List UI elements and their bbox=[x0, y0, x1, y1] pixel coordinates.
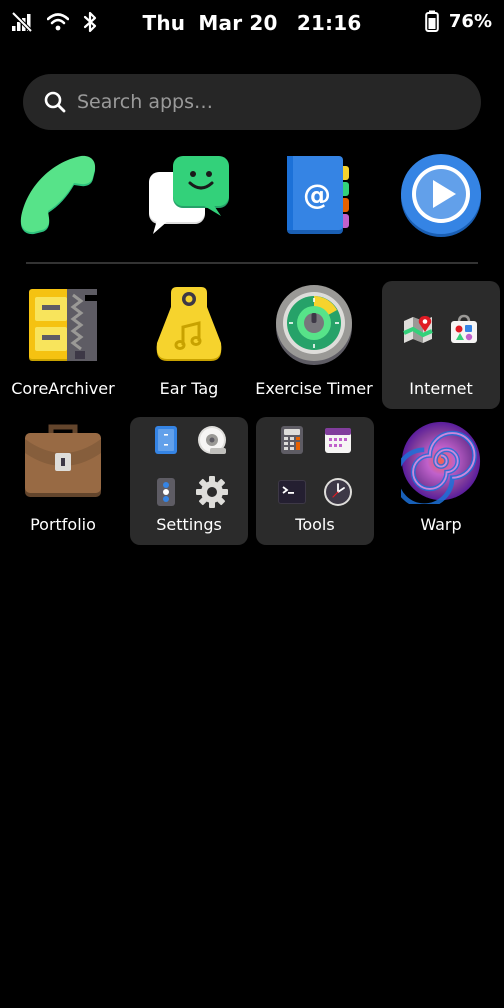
search-icon bbox=[44, 91, 66, 113]
status-icons-right: 76% bbox=[425, 10, 492, 32]
gear-icon bbox=[195, 475, 229, 509]
folder-label: Internet bbox=[409, 379, 473, 398]
app-warp[interactable]: Warp bbox=[382, 417, 500, 545]
favorite-phone[interactable] bbox=[16, 150, 106, 240]
app-ear-tag[interactable]: Ear Tag bbox=[130, 281, 248, 409]
app-portfolio[interactable]: Portfolio bbox=[4, 417, 122, 545]
favorite-contacts[interactable]: @ bbox=[270, 150, 360, 240]
favorites-divider bbox=[26, 262, 478, 264]
files-icon bbox=[149, 423, 183, 457]
app-label: Portfolio bbox=[30, 515, 96, 534]
briefcase-icon bbox=[25, 424, 101, 497]
favorite-chat[interactable] bbox=[143, 150, 233, 240]
terminal-icon bbox=[275, 475, 309, 509]
battery-icon bbox=[425, 10, 439, 32]
disk-usage-icon bbox=[195, 423, 229, 457]
clock-day: Thu bbox=[142, 11, 186, 35]
battery-percent: 76% bbox=[448, 10, 492, 32]
contacts-icon: @ bbox=[287, 156, 349, 234]
app-exercise-timer[interactable]: Exercise Timer bbox=[255, 281, 373, 409]
timer-icon bbox=[276, 285, 352, 365]
app-label: Warp bbox=[420, 515, 462, 534]
archive-icon bbox=[29, 289, 97, 361]
search-bar[interactable] bbox=[23, 74, 481, 130]
clock-date: Mar 20 bbox=[198, 11, 278, 35]
calculator-icon bbox=[275, 423, 309, 457]
warp-icon bbox=[401, 421, 481, 504]
folder-internet[interactable]: Internet bbox=[382, 281, 500, 409]
app-label: CoreArchiver bbox=[11, 379, 115, 398]
clock-time: 21:16 bbox=[296, 11, 362, 35]
clock-icon bbox=[321, 475, 355, 509]
phone-icon bbox=[20, 155, 96, 235]
maps-icon bbox=[401, 312, 435, 346]
folder-label: Tools bbox=[295, 515, 335, 534]
status-bar: Thu Mar 20 21:16 76% bbox=[0, 0, 504, 46]
folder-settings[interactable]: Settings bbox=[130, 417, 248, 545]
app-corearchiver[interactable]: CoreArchiver bbox=[4, 281, 122, 409]
folder-label: Settings bbox=[156, 515, 222, 534]
app-label: Exercise Timer bbox=[255, 379, 373, 398]
favorite-video-player[interactable] bbox=[396, 150, 486, 240]
app-label: Ear Tag bbox=[159, 379, 219, 398]
folder-tools[interactable]: Tools bbox=[256, 417, 374, 545]
chat-icon bbox=[149, 156, 229, 234]
calendar-icon bbox=[321, 423, 355, 457]
software-store-icon bbox=[447, 312, 481, 346]
svg-text:@: @ bbox=[303, 178, 331, 211]
tweaks-icon bbox=[149, 475, 183, 509]
ear-tag-icon bbox=[156, 287, 222, 361]
play-icon bbox=[401, 154, 481, 237]
search-input[interactable] bbox=[75, 90, 459, 114]
